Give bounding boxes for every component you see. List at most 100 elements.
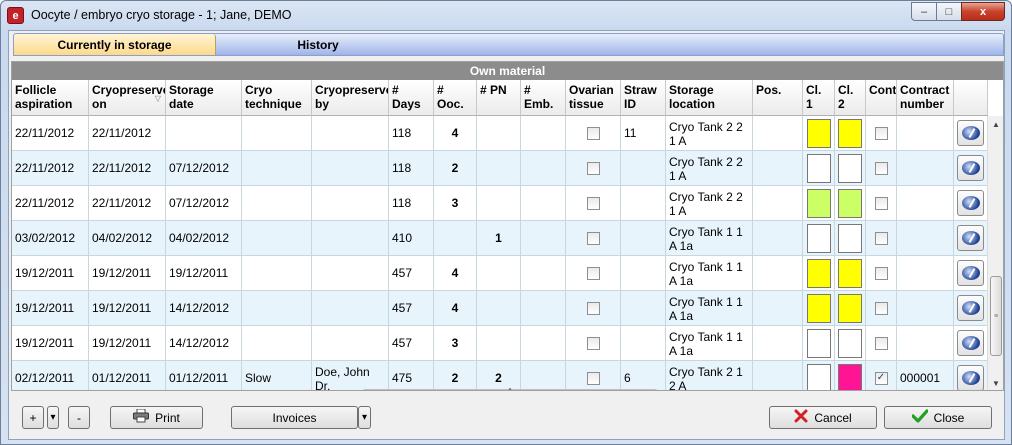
- column-header-emb[interactable]: # Emb.: [521, 80, 566, 116]
- ovarian-tissue-checkbox[interactable]: [586, 126, 600, 140]
- ovarian-tissue-checkbox[interactable]: [586, 161, 600, 175]
- contract-checkbox[interactable]: [874, 231, 888, 245]
- table-row[interactable]: 22/11/2012 22/11/2012 07/12/2012 118 3 Cryo T…: [12, 186, 988, 221]
- classification-2-swatch[interactable]: [838, 258, 862, 288]
- column-header-label: Cl. 2: [838, 83, 854, 111]
- column-header-contract-no[interactable]: Contract number: [897, 80, 954, 116]
- contract-checkbox[interactable]: [874, 126, 888, 140]
- column-header-action[interactable]: [954, 80, 988, 116]
- close-window-button[interactable]: x: [961, 2, 1005, 21]
- table-row[interactable]: 02/12/2011 01/12/2011 01/12/2011 Slow Doe, J…: [12, 361, 988, 390]
- vertical-scrollbar[interactable]: ▲ ≡ ▼: [987, 116, 1003, 390]
- row-edit-button[interactable]: [957, 295, 984, 321]
- column-header-contract[interactable]: Contract: [866, 80, 897, 116]
- column-header-cl2[interactable]: Cl. 2: [835, 80, 866, 116]
- classification-2-swatch[interactable]: [838, 118, 862, 148]
- column-header-ooc[interactable]: # Ooc.: [434, 80, 477, 116]
- invoices-button[interactable]: Invoices: [231, 406, 358, 429]
- contract-checkbox[interactable]: [874, 336, 888, 350]
- table-row[interactable]: 22/11/2012 22/11/2012 118 4 11 Cryo Tank 2 2 …: [12, 116, 988, 151]
- cell-pn: 2: [477, 361, 521, 390]
- column-header-straw[interactable]: Straw ID: [621, 80, 666, 116]
- scroll-up-arrow[interactable]: ▲: [988, 116, 1003, 132]
- ovarian-tissue-checkbox[interactable]: [586, 371, 600, 385]
- column-header-by[interactable]: Cryopreserved by: [312, 80, 389, 116]
- row-edit-button[interactable]: [957, 120, 984, 146]
- cancel-button[interactable]: Cancel: [769, 406, 877, 429]
- row-edit-button[interactable]: [957, 225, 984, 251]
- column-header-cryo-on[interactable]: Cryopreserved on▽: [89, 80, 166, 116]
- column-header-ovarian[interactable]: Ovarian tissue: [566, 80, 621, 116]
- cell-storage-date: 07/12/2012: [166, 186, 242, 221]
- scroll-down-arrow[interactable]: ▼: [988, 375, 1003, 390]
- cell-ovarian: [566, 326, 621, 361]
- row-edit-button[interactable]: [957, 330, 984, 356]
- classification-1-swatch[interactable]: [806, 363, 831, 390]
- tab-strip: Currently in storage History: [13, 33, 1004, 56]
- ovarian-tissue-checkbox[interactable]: [586, 231, 600, 245]
- ovarian-tissue-checkbox[interactable]: [586, 336, 600, 350]
- classification-2-swatch[interactable]: [838, 363, 862, 390]
- table-row[interactable]: 19/12/2011 19/12/2011 19/12/2011 457 4 Cryo T…: [12, 256, 988, 291]
- table-row[interactable]: 19/12/2011 19/12/2011 14/12/2012 457 4 Cryo T…: [12, 291, 988, 326]
- classification-2-swatch[interactable]: [838, 293, 862, 323]
- cell-technique: [242, 326, 312, 361]
- splitter-handle[interactable]: ^: [362, 388, 658, 390]
- column-header-pn[interactable]: # PN: [477, 80, 521, 116]
- column-header-technique[interactable]: Cryo technique: [242, 80, 312, 116]
- table-row[interactable]: 19/12/2011 19/12/2011 14/12/2012 457 3 Cryo T…: [12, 326, 988, 361]
- remove-button[interactable]: -: [68, 406, 90, 429]
- contract-checkbox[interactable]: [874, 196, 888, 210]
- column-header-days[interactable]: # Days: [389, 80, 434, 116]
- cell-follicle: 22/11/2012: [12, 116, 89, 151]
- print-button[interactable]: Print: [110, 406, 203, 429]
- classification-1-swatch[interactable]: [806, 153, 831, 183]
- row-edit-button[interactable]: [957, 155, 984, 181]
- contract-checkbox[interactable]: [874, 301, 888, 315]
- classification-2-swatch[interactable]: [838, 153, 862, 183]
- classification-1-swatch[interactable]: [806, 328, 831, 358]
- column-header-label: # PN: [480, 83, 507, 97]
- column-header-cl1[interactable]: Cl. 1: [803, 80, 835, 116]
- table-row[interactable]: 22/11/2012 22/11/2012 07/12/2012 118 2 Cryo T…: [12, 151, 988, 186]
- minimize-button[interactable]: –: [911, 2, 937, 21]
- add-button[interactable]: +: [22, 406, 44, 429]
- close-button[interactable]: Close: [884, 406, 992, 429]
- add-dropdown-button[interactable]: ▾: [47, 406, 59, 429]
- classification-1-swatch[interactable]: [806, 188, 831, 218]
- cell-cl1: [803, 256, 835, 291]
- cell-days: 118: [389, 151, 434, 186]
- contract-checkbox[interactable]: [874, 161, 888, 175]
- column-header-pos[interactable]: Pos.: [753, 80, 803, 116]
- ovarian-tissue-checkbox[interactable]: [586, 301, 600, 315]
- cell-emb: [521, 361, 566, 390]
- ovarian-tissue-checkbox[interactable]: [586, 196, 600, 210]
- row-edit-button[interactable]: [957, 190, 984, 216]
- ovarian-tissue-checkbox[interactable]: [586, 266, 600, 280]
- invoices-dropdown-button[interactable]: ▾: [358, 406, 371, 429]
- group-header-own-material: Own material: [12, 62, 1003, 80]
- maximize-button[interactable]: □: [936, 2, 962, 21]
- classification-2-swatch[interactable]: [838, 328, 862, 358]
- table-row[interactable]: 03/02/2012 04/02/2012 04/02/2012 410 1 Cryo T…: [12, 221, 988, 256]
- contract-checkbox[interactable]: ✓: [874, 371, 888, 385]
- column-header-storage-date[interactable]: Storage date: [166, 80, 242, 116]
- cell-cl2: [835, 361, 866, 390]
- column-header-follicle[interactable]: Follicle aspiration: [12, 80, 89, 116]
- title-bar[interactable]: e Oocyte / embryo cryo storage - 1; Jane…: [1, 1, 1011, 30]
- cell-cl1: [803, 151, 835, 186]
- classification-2-swatch[interactable]: [838, 188, 862, 218]
- row-edit-button[interactable]: [957, 260, 984, 286]
- tab-currently-in-storage[interactable]: Currently in storage: [14, 34, 216, 55]
- column-header-location[interactable]: Storage location: [666, 80, 753, 116]
- row-edit-button[interactable]: [957, 365, 984, 390]
- classification-2-swatch[interactable]: [838, 223, 862, 253]
- tab-history[interactable]: History: [216, 34, 420, 55]
- classification-1-swatch[interactable]: [806, 258, 831, 288]
- contract-checkbox[interactable]: [874, 266, 888, 280]
- scroll-thumb[interactable]: ≡: [990, 276, 1002, 356]
- classification-1-swatch[interactable]: [806, 223, 831, 253]
- storage-grid: Own material Follicle aspiration Cryopres…: [11, 61, 1004, 391]
- classification-1-swatch[interactable]: [806, 293, 831, 323]
- classification-1-swatch[interactable]: [806, 118, 831, 148]
